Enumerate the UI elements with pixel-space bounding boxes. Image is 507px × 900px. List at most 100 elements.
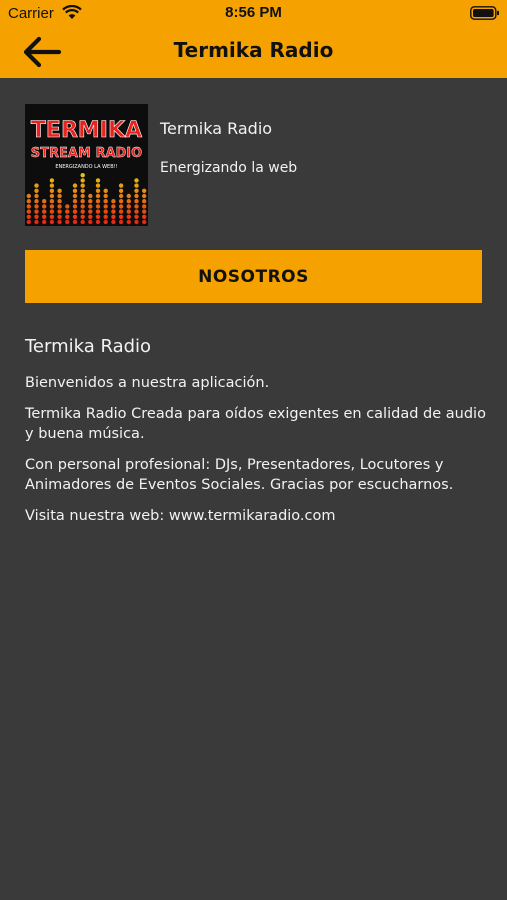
logo-eq-dot: [72, 188, 78, 193]
logo-eq-dot: [134, 204, 139, 209]
logo-eq-dot: [103, 214, 108, 219]
logo-eq-dot: [80, 178, 85, 183]
logo-eq-dot: [34, 199, 39, 204]
logo-eq-dot: [80, 188, 85, 193]
nosotros-button[interactable]: NOSOTROS: [25, 250, 482, 303]
logo-eq-dot: [42, 214, 47, 219]
logo-eq-dot: [142, 193, 147, 199]
battery-icon: [470, 6, 499, 20]
logo-eq-dot: [49, 199, 55, 204]
logo-eq-dot: [118, 188, 124, 193]
logo-eq-dot: [34, 183, 39, 188]
logo-line1: TERMIKA: [31, 118, 142, 143]
logo-eq-dot: [118, 209, 124, 214]
station-logo-graphic: TERMIKA STREAM RADIO ENERGIZANDO LA WEB!…: [25, 104, 148, 226]
logo-eq-dot: [80, 219, 85, 225]
logo-line2: STREAM RADIO: [31, 146, 142, 161]
logo-eq-dot: [111, 209, 116, 214]
status-time: 8:56 PM: [225, 4, 282, 21]
station-logo: TERMIKA STREAM RADIO ENERGIZANDO LA WEB!…: [25, 104, 148, 226]
logo-eq-dot: [34, 193, 39, 199]
logo-eq-dot: [57, 204, 62, 209]
logo-eq-dot: [118, 219, 124, 225]
logo-eq-dot: [126, 204, 131, 209]
logo-eq-dot: [80, 193, 85, 199]
logo-eq-dot: [88, 199, 93, 204]
logo-eq-dot: [80, 204, 85, 209]
back-button[interactable]: [18, 32, 66, 72]
navigation-bar: Carrier 8:56 PM Termika Radio: [0, 0, 507, 78]
logo-eq-dot: [88, 193, 93, 199]
logo-eq-dot: [134, 178, 139, 183]
logo-eq-dot: [142, 219, 147, 225]
logo-eq-dot: [72, 193, 78, 199]
logo-eq-dot: [126, 209, 131, 214]
logo-eq-dot: [49, 183, 55, 188]
logo-eq-dot: [111, 214, 116, 219]
logo-eq-dot: [111, 204, 116, 209]
logo-eq-dot: [111, 199, 116, 204]
arrow-left-icon: [23, 36, 62, 68]
logo-eq-dot: [111, 219, 116, 225]
logo-eq-dot: [26, 199, 31, 204]
logo-eq-dot: [80, 214, 85, 219]
logo-eq-dot: [49, 178, 55, 183]
logo-eq-dot: [80, 183, 85, 188]
logo-eq-dot: [49, 188, 55, 193]
logo-eq-dot: [134, 199, 139, 204]
logo-eq-dot: [103, 199, 108, 204]
logo-eq-dot: [72, 209, 78, 214]
logo-eq-dot: [103, 188, 108, 193]
logo-eq-dot: [80, 209, 85, 214]
logo-eq-dot: [26, 209, 31, 214]
logo-eq-dot: [126, 214, 131, 219]
logo-eq-dot: [118, 204, 124, 209]
logo-eq-dot: [134, 214, 139, 219]
about-paragraph: Con personal profesional: DJs, Presentad…: [25, 457, 454, 493]
logo-eq-dot: [134, 188, 139, 193]
logo-eq-dot: [103, 193, 108, 199]
logo-eq-dot: [80, 199, 85, 204]
station-slogan: Energizando la web: [160, 160, 298, 176]
status-bar: Carrier 8:56 PM: [0, 0, 507, 28]
logo-eq-dot: [34, 204, 39, 209]
about-section: Termika Radio Bienvenidos a nuestra apli…: [25, 336, 490, 537]
about-title: Termika Radio: [25, 336, 152, 357]
logo-eq-dot: [65, 219, 70, 225]
logo-eq-dot: [49, 209, 55, 214]
logo-tagline: ENERGIZANDO LA WEB!!: [55, 164, 117, 170]
logo-eq-dot: [126, 193, 131, 199]
logo-eq-dot: [57, 188, 62, 193]
logo-eq-dot: [72, 219, 78, 225]
logo-eq-dot: [118, 214, 124, 219]
logo-eq-dot: [103, 209, 108, 214]
logo-eq-dot: [26, 219, 31, 225]
logo-eq-dot: [118, 183, 124, 188]
logo-eq-dot: [95, 219, 101, 225]
logo-eq-dot: [95, 214, 101, 219]
logo-eq-dot: [26, 193, 31, 199]
logo-eq-dot: [142, 214, 147, 219]
logo-eq-dot: [95, 204, 101, 209]
logo-eq-dot: [95, 193, 101, 199]
logo-eq-dot: [134, 209, 139, 214]
logo-eq-dot: [57, 209, 62, 214]
logo-eq-dot: [26, 204, 31, 209]
logo-eq-dot: [65, 209, 70, 214]
logo-eq-dot: [95, 209, 101, 214]
logo-eq-dot: [65, 204, 70, 209]
logo-eq-dot: [103, 204, 108, 209]
logo-eq-dot: [42, 204, 47, 209]
logo-eq-dot: [72, 214, 78, 219]
logo-eq-dot: [103, 219, 108, 225]
logo-eq-dot: [95, 199, 101, 204]
logo-eq-dot: [88, 214, 93, 219]
logo-eq-dot: [57, 214, 62, 219]
logo-eq-dot: [42, 219, 47, 225]
logo-eq-dot: [88, 219, 93, 225]
logo-eq-dot: [142, 204, 147, 209]
logo-eq-dot: [26, 214, 31, 219]
logo-eq-dot: [57, 199, 62, 204]
logo-eq-dot: [49, 214, 55, 219]
logo-eq-dot: [65, 214, 70, 219]
